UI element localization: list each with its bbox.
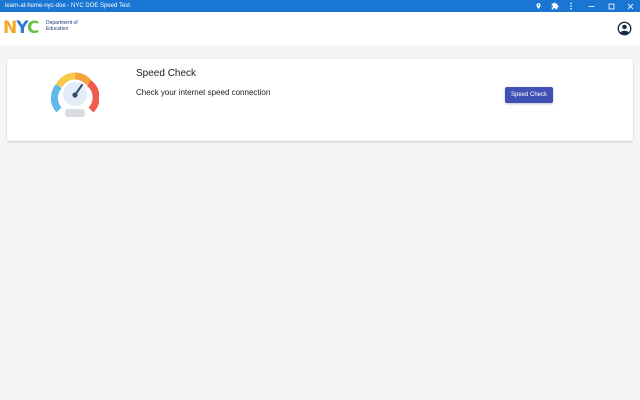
location-pin-icon[interactable] (533, 1, 543, 11)
window-title: learn-at-home-nyc-doe - NYC DOE Speed Te… (5, 3, 130, 9)
speed-check-card: Speed Check Check your internet speed co… (7, 59, 633, 141)
nyc-doe-logo[interactable]: NYC Department of Education (3, 17, 103, 41)
logo-mark: NYC (3, 18, 39, 38)
card-subtitle: Check your internet speed connection (136, 88, 271, 97)
logo-department-text: Department of Education (46, 20, 78, 32)
speed-check-button[interactable]: Speed Check (505, 87, 553, 103)
maximize-icon[interactable] (606, 1, 616, 11)
speedometer-icon (50, 70, 100, 120)
minimize-icon[interactable] (586, 1, 596, 11)
account-circle-icon[interactable] (617, 21, 632, 36)
card-title: Speed Check (136, 68, 197, 79)
extensions-icon[interactable] (550, 1, 560, 11)
window-titlebar: learn-at-home-nyc-doe - NYC DOE Speed Te… (0, 0, 640, 12)
more-vert-icon[interactable] (566, 1, 576, 11)
app-header: NYC Department of Education (0, 12, 640, 45)
close-icon[interactable] (625, 1, 635, 11)
